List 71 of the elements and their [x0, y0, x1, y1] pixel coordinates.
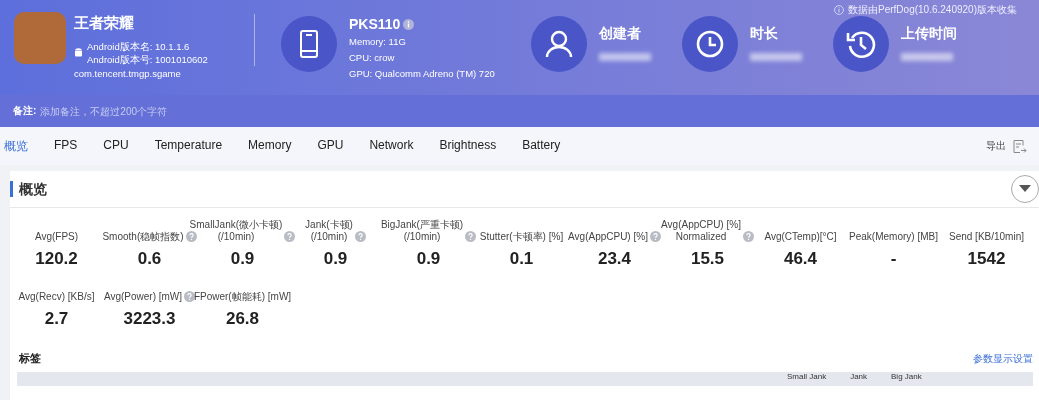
info-icon [834, 5, 845, 15]
source-note: 数据由PerfDog(10.6.240920)版本收集 [848, 3, 1017, 17]
device-spec: CPU: crow [349, 51, 396, 65]
tab[interactable]: FPS [41, 137, 91, 155]
metric-label: Send [KB/10min] [948, 231, 1024, 243]
caret-icon [1019, 185, 1031, 193]
info-label: 上传时间 [901, 25, 957, 43]
export-button[interactable]: 导出 [986, 138, 1027, 154]
metric-value: 15.5 [690, 249, 725, 269]
person-icon [531, 16, 587, 72]
metric-value: 120.2 [35, 249, 78, 269]
metric-label: Smooth(稳帧指数) [102, 231, 184, 243]
metric-label: SmallJank(微小卡顿) (/10min) [189, 219, 283, 243]
metric-value: 46.4 [783, 249, 818, 269]
section-title: 概览 [10, 181, 47, 197]
redacted-value [901, 53, 953, 61]
remark-label: 备注: [13, 104, 37, 118]
metric-label: Avg(AppCPU) [%] [568, 231, 648, 243]
tab[interactable]: Battery [509, 137, 574, 155]
metric-label: Avg(Power) [mW] [103, 291, 183, 303]
tab[interactable]: CPU [90, 137, 142, 155]
metric-value: 23.4 [597, 249, 632, 269]
metric-label: Avg(AppCPU) [%] Normalized [661, 219, 741, 243]
metric-value: 0.9 [416, 249, 441, 269]
document-icon [1012, 138, 1027, 154]
metric-label: Jank(卡顿) (/10min) [305, 219, 353, 243]
version-name: Android版本名: 10.1.1.6 [87, 40, 191, 53]
redacted-value [599, 53, 651, 61]
app-name: 王者荣耀 [74, 14, 135, 33]
metric-label: Avg(Recv) [KB/s] [18, 291, 95, 303]
phone-icon [281, 16, 337, 72]
tab[interactable]: 概览 [0, 137, 41, 155]
redacted-value [750, 53, 802, 61]
metric-label: Stutter(卡顿率) [%] [479, 231, 564, 243]
column-header: Jank [850, 372, 868, 381]
tab[interactable]: Memory [235, 137, 305, 155]
metric-value: 3223.3 [123, 309, 176, 329]
history-icon [833, 16, 889, 72]
info-label: 创建者 [599, 25, 642, 43]
settings-link[interactable]: 参数显示设置 [973, 351, 1033, 366]
device-model: PKS110 [349, 16, 401, 32]
metric-value: 0.9 [230, 249, 255, 269]
tab[interactable]: Brightness [426, 137, 510, 155]
version-code: Android版本号: 1001010602 [87, 53, 208, 66]
metric-value: 0.1 [509, 249, 534, 269]
tags-title: 标签 [19, 351, 41, 366]
metric-label: Avg(CTemp)[°C] [764, 231, 837, 243]
metric-label: Peak(Memory) [MB] [849, 231, 938, 243]
device-spec: GPU: Qualcomm Adreno (TM) 720 [349, 67, 495, 81]
metric-label: BigJank(严重卡顿) (/10min) [380, 219, 464, 243]
clock-icon [682, 16, 738, 72]
collapse-button[interactable] [1011, 175, 1039, 203]
metric-value: - [890, 249, 897, 269]
package-name: com.tencent.tmgp.sgame [74, 68, 182, 79]
tab[interactable]: Temperature [141, 137, 236, 155]
device-spec: Memory: 11G [349, 35, 407, 49]
metric-value: 1542 [967, 249, 1006, 269]
column-header: Big Jank [891, 372, 922, 381]
metric-label: Avg(FPS) [34, 231, 79, 243]
info-label: 时长 [750, 25, 779, 43]
remark-field[interactable]: 添加备注，不超过200个字符 [40, 105, 241, 117]
metric-value: 0.6 [137, 249, 162, 269]
metric-value: 26.8 [225, 309, 260, 329]
metric-value: 0.9 [323, 249, 348, 269]
metric-label: FPower(帧能耗) [mW] [193, 291, 292, 303]
tab[interactable]: GPU [304, 137, 357, 155]
tab[interactable]: Network [356, 137, 427, 155]
photo-placeholder [14, 12, 66, 64]
info-icon [403, 18, 415, 30]
metric-value: 2.7 [44, 309, 69, 329]
column-header: Small Jank [787, 372, 827, 381]
